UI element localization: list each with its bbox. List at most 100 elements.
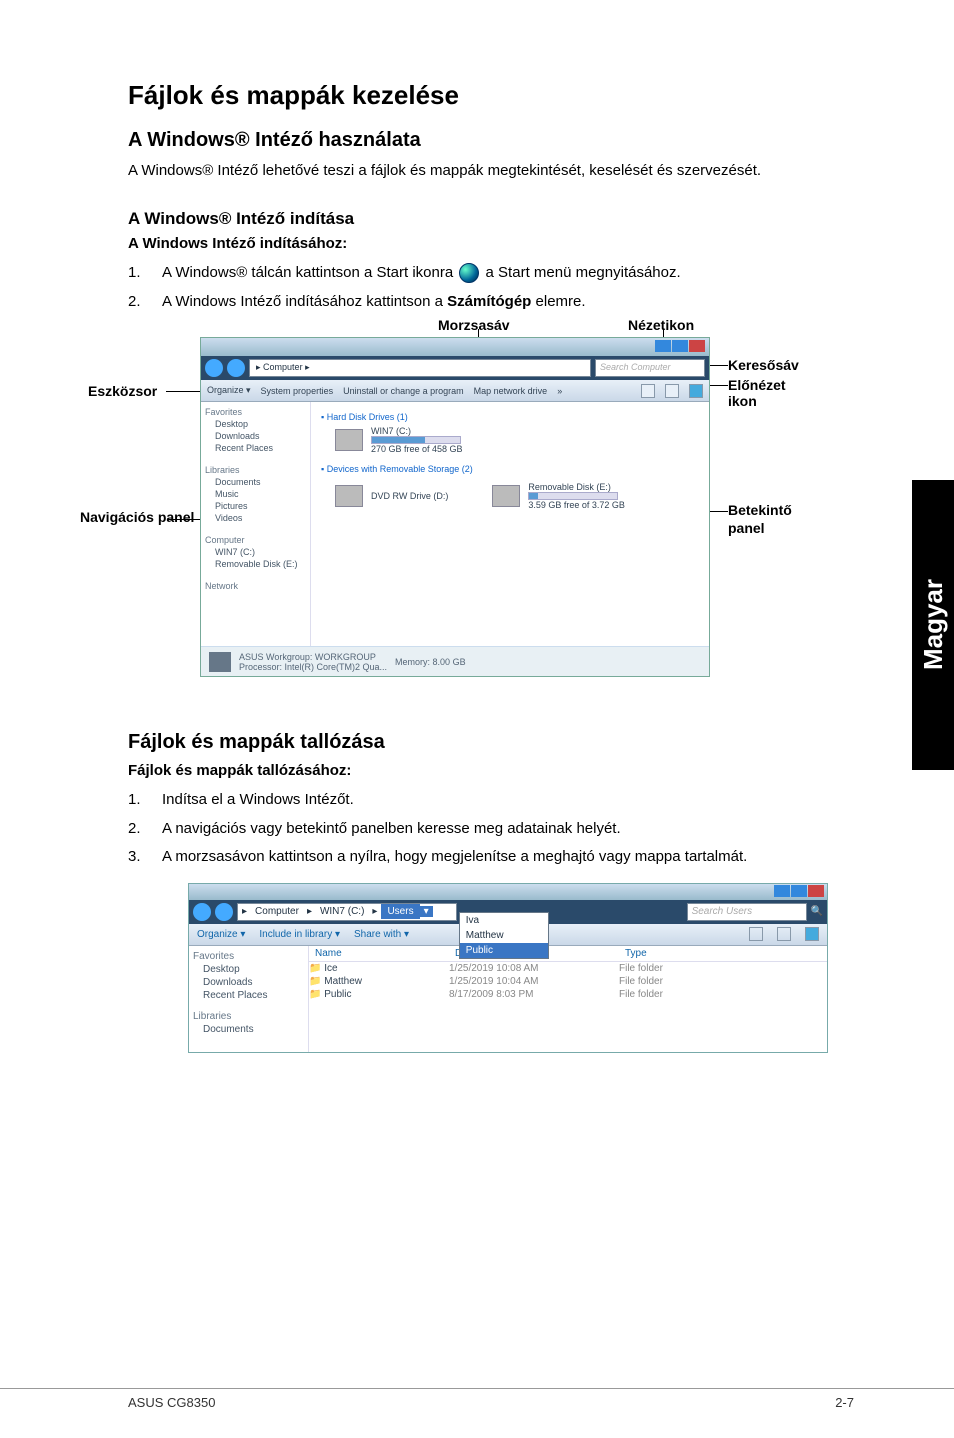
section-use-title: A Windows® Intéző használata: [128, 129, 854, 152]
nav-pictures[interactable]: Pictures: [205, 500, 306, 512]
breadcrumb-dropdown[interactable]: Iva Matthew Public: [459, 912, 549, 959]
callout-previewicon: Előnézet ikon: [728, 377, 808, 409]
language-tab: Magyar: [912, 480, 954, 770]
include-library-button[interactable]: Include in library ▾: [259, 929, 340, 940]
col-type[interactable]: Type: [619, 948, 709, 959]
nav-documents[interactable]: Documents: [193, 1023, 304, 1036]
back-button[interactable]: [193, 903, 211, 921]
view-button[interactable]: [749, 927, 763, 941]
navigation-pane: Favorites Desktop Downloads Recent Place…: [189, 946, 309, 1052]
breadcrumb[interactable]: ▸Computer ▸WIN7 (C:) ▸Users▾: [237, 903, 457, 921]
dropdown-item[interactable]: Iva: [460, 913, 548, 928]
drive-bar: [371, 436, 461, 444]
list-item[interactable]: 📁 Public 8/17/2009 8:03 PM File folder: [309, 988, 827, 1001]
forward-button[interactable]: [227, 359, 245, 377]
callout-viewicon: Nézetikon: [628, 317, 694, 333]
status-memory: Memory: 8.00 GB: [395, 657, 466, 667]
breadcrumb[interactable]: ▸ Computer ▸: [249, 359, 591, 377]
page-footer: ASUS CG8350 2-7: [0, 1388, 954, 1410]
removable-header: ▪ Devices with Removable Storage (2): [321, 464, 699, 474]
window-titlebar: [189, 884, 827, 900]
nav-libraries[interactable]: Libraries: [205, 464, 306, 476]
footer-model: ASUS CG8350: [128, 1395, 215, 1410]
back-button[interactable]: [205, 359, 223, 377]
nav-recent[interactable]: Recent Places: [193, 989, 304, 1002]
browse-label: Fájlok és mappák tallózásához:: [128, 762, 854, 779]
nav-libraries[interactable]: Libraries: [193, 1010, 304, 1023]
nav-videos[interactable]: Videos: [205, 512, 306, 524]
help-button[interactable]: [689, 384, 703, 398]
callout-navpane: Navigációs panel: [80, 509, 194, 526]
breadcrumb-arrow-icon: ▸: [305, 362, 310, 372]
preview-pane-button[interactable]: [777, 927, 791, 941]
removable-name: Removable Disk (E:): [528, 482, 625, 492]
search-input[interactable]: Search Users: [687, 903, 807, 921]
view-button[interactable]: [641, 384, 655, 398]
file-list: Name Date modified Type 📁 Ice 1/25/2019 …: [309, 946, 827, 1052]
explorer-computer-figure: Morzsasáv Nézetikon Eszközsor Navigációs…: [108, 319, 808, 699]
navigation-pane: Favorites Desktop Downloads Recent Place…: [201, 402, 311, 646]
mapdrive-button[interactable]: Map network drive: [474, 386, 548, 396]
explorer-users-figure: ▸Computer ▸WIN7 (C:) ▸Users▾ Iva Matthew…: [188, 883, 828, 1053]
nav-favorites[interactable]: Favorites: [205, 406, 306, 418]
dropdown-item-hover[interactable]: Public: [460, 943, 548, 958]
nav-desktop[interactable]: Desktop: [193, 963, 304, 976]
drive-icon: [335, 429, 363, 451]
step2-text: A Windows Intéző indításához kattintson …: [162, 291, 854, 314]
list-item[interactable]: 📁 Ice 1/25/2019 10:08 AM File folder: [309, 962, 827, 975]
breadcrumb-item[interactable]: Computer: [263, 362, 303, 372]
start-icon: [459, 263, 479, 283]
step2-a: A Windows Intéző indításához kattintson …: [162, 293, 447, 310]
uninstall-button[interactable]: Uninstall or change a program: [343, 386, 464, 396]
nav-computer[interactable]: Computer: [205, 534, 306, 546]
window-buttons[interactable]: [654, 340, 705, 354]
breadcrumb-item-selected[interactable]: Users: [381, 904, 419, 919]
step-number: 3.: [128, 846, 162, 869]
breadcrumb-item[interactable]: Computer: [251, 906, 303, 917]
preview-pane-button[interactable]: [665, 384, 679, 398]
browse-step2: A navigációs vagy betekintő panelben ker…: [162, 818, 854, 841]
nav-removable[interactable]: Removable Disk (E:): [205, 558, 306, 570]
organize-button[interactable]: Organize ▾: [197, 929, 245, 940]
nav-favorites[interactable]: Favorites: [193, 950, 304, 963]
hdd-header: ▪ Hard Disk Drives (1): [321, 412, 699, 422]
status-bar: ASUS Workgroup: WORKGROUP Processor: Int…: [201, 646, 709, 676]
dropdown-item[interactable]: Matthew: [460, 928, 548, 943]
col-name[interactable]: Name: [309, 948, 449, 959]
toolbar-more[interactable]: »: [557, 386, 562, 396]
breadcrumb-item[interactable]: WIN7 (C:): [316, 906, 368, 917]
nav-network[interactable]: Network: [205, 580, 306, 592]
search-input[interactable]: Search Computer: [595, 359, 705, 377]
forward-button[interactable]: [215, 903, 233, 921]
browse-step3: A morzsasávon kattintson a nyílra, hogy …: [162, 846, 854, 869]
sysprops-button[interactable]: System properties: [261, 386, 334, 396]
callout-breadcrumb: Morzsasáv: [438, 317, 510, 333]
step1-b: a Start menü megnyitásához.: [486, 264, 681, 281]
nav-localdisk[interactable]: WIN7 (C:): [205, 546, 306, 558]
column-headers[interactable]: Name Date modified Type: [309, 946, 827, 962]
organize-button[interactable]: Organize ▾: [207, 385, 251, 396]
nav-documents[interactable]: Documents: [205, 476, 306, 488]
list-item[interactable]: 📁 Matthew 1/25/2019 10:04 AM File folder: [309, 975, 827, 988]
nav-recent[interactable]: Recent Places: [205, 442, 306, 454]
nav-downloads[interactable]: Downloads: [205, 430, 306, 442]
removable-item[interactable]: Removable Disk (E:) 3.59 GB free of 3.72…: [492, 482, 625, 510]
step1-text: A Windows® tálcán kattintson a Start iko…: [162, 262, 854, 285]
content-pane: ▪ Hard Disk Drives (1) WIN7 (C:) 270 GB …: [311, 402, 709, 646]
removable-info: 3.59 GB free of 3.72 GB: [528, 500, 625, 510]
dvd-item[interactable]: DVD RW Drive (D:): [335, 482, 448, 510]
drive-item[interactable]: WIN7 (C:) 270 GB free of 458 GB: [335, 426, 699, 454]
nav-desktop[interactable]: Desktop: [205, 418, 306, 430]
start-label: A Windows Intéző indításához:: [128, 235, 854, 252]
share-button[interactable]: Share with ▾: [354, 929, 409, 940]
help-button[interactable]: [805, 927, 819, 941]
callout-previewpane: Betekintő panel: [728, 501, 808, 537]
dvd-icon: [335, 485, 363, 507]
nav-music[interactable]: Music: [205, 488, 306, 500]
main-title: Fájlok és mappák kezelése: [128, 80, 854, 111]
language-label: Magyar: [918, 579, 949, 670]
breadcrumb-arrow-icon: ▸: [256, 362, 261, 372]
nav-downloads[interactable]: Downloads: [193, 976, 304, 989]
explorer-window: ▸ Computer ▸ Search Computer Organize ▾ …: [200, 337, 710, 677]
removable-bar: [528, 492, 618, 500]
